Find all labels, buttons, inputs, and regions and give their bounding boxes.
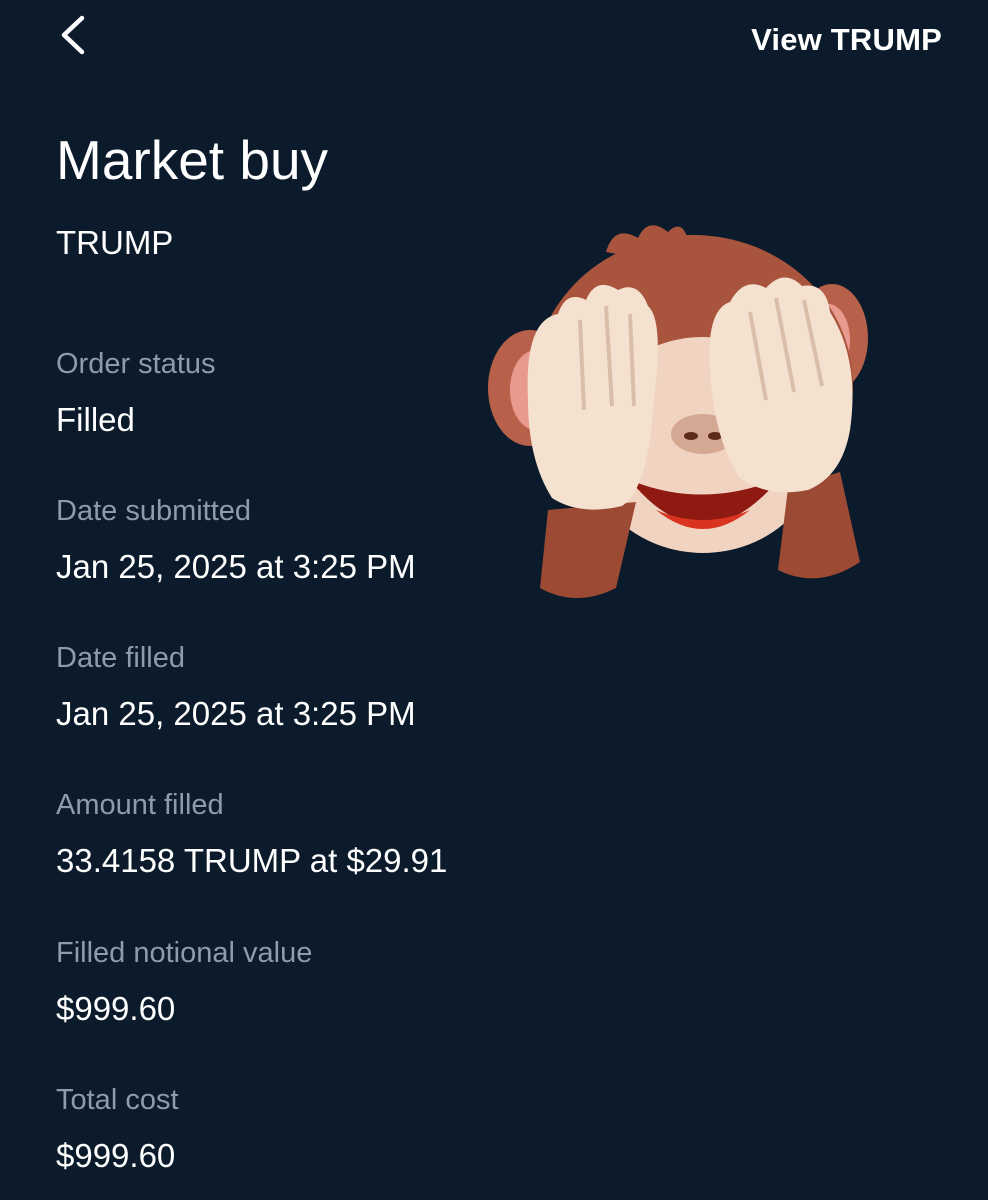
filled-notional-value: $999.60 (56, 990, 176, 1027)
total-cost-value: $999.60 (56, 1137, 176, 1174)
amount-filled-label: Amount filled (56, 789, 224, 821)
order-status-label: Order status (56, 348, 216, 380)
page-title: Market buy (56, 129, 329, 191)
date-submitted-value: Jan 25, 2025 at 3:25 PM (56, 548, 416, 585)
amount-filled-value: 33.4158 TRUMP at $29.91 (56, 842, 448, 879)
total-cost-label: Total cost (56, 1084, 179, 1116)
asset-symbol: TRUMP (56, 224, 174, 261)
order-detail-screen: View TRUMP Market buy TRUMP Order status… (0, 0, 988, 1200)
view-asset-link[interactable]: View TRUMP (751, 22, 942, 58)
filled-notional-value-label: Filled notional value (56, 937, 313, 969)
see-no-evil-monkey-icon (488, 210, 888, 610)
date-submitted-label: Date submitted (56, 495, 252, 527)
date-filled-label: Date filled (56, 642, 185, 674)
date-filled-value: Jan 25, 2025 at 3:25 PM (56, 695, 416, 732)
back-button[interactable] (56, 14, 100, 58)
order-status-value: Filled (56, 401, 135, 438)
chevron-left-icon (61, 15, 85, 55)
